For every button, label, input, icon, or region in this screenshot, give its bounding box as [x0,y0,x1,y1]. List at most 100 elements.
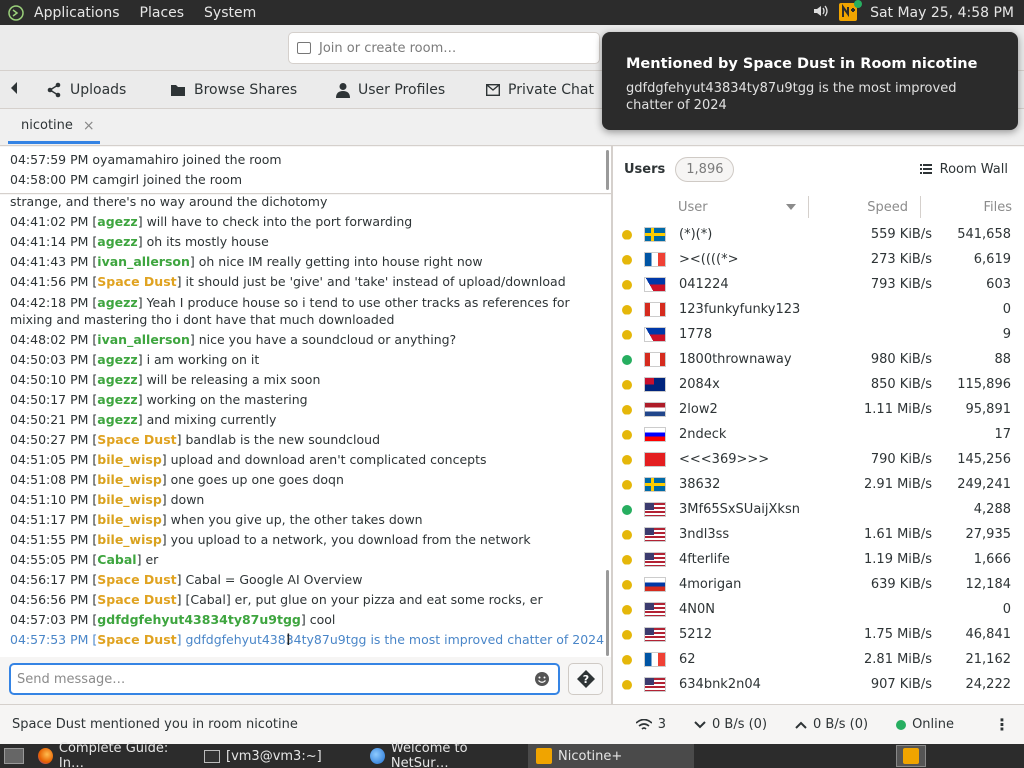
show-desktop-icon[interactable] [4,748,24,764]
chat-user[interactable]: bile_wisp [97,532,161,547]
chat-text: upload and download aren't complicated c… [170,452,487,467]
chat-user[interactable]: agezz [97,352,137,367]
chat-user[interactable]: bile_wisp [97,472,161,487]
mention-notification[interactable]: Mentioned by Space Dust in Room nicotine… [602,32,1018,130]
user-row[interactable]: 3ndl3ss 1.61 MiB/s 27,935 [613,522,1017,547]
chat-user[interactable]: agezz [97,372,137,387]
users-title: Users [624,161,666,177]
user-row[interactable]: 041224 793 KiB/s 603 [613,272,1017,297]
chat-user[interactable]: ivan_allerson [97,254,190,269]
message-input[interactable]: Send message… [9,663,560,695]
away-status-icon [622,654,632,665]
tab-room-nicotine[interactable]: nicotine × [8,110,100,144]
flag-icon [644,252,666,267]
chat-user[interactable]: agezz [97,214,137,229]
user-row[interactable]: 62 2.81 MiB/s 21,162 [613,647,1017,672]
column-files[interactable]: Files [921,200,1024,215]
nicotine-tray-icon[interactable] [838,0,863,26]
column-speed[interactable]: Speed [809,200,920,215]
tray-nicotine-icon[interactable] [896,745,926,767]
chat-user[interactable]: Space Dust [97,592,176,607]
taskbar-item-firefox[interactable]: Complete Guide: In… [30,741,196,768]
clock[interactable]: Sat May 25, 4:58 PM [870,5,1014,21]
taskbar-item-label: Nicotine+ [558,748,623,764]
user-row[interactable]: 3Mf65SxSUaijXksn 4,288 [613,497,1017,522]
chat-user[interactable]: Space Dust [97,432,176,447]
user-row[interactable]: 4morigan 639 KiB/s 12,184 [613,572,1017,597]
user-row[interactable]: 1778 9 [613,322,1017,347]
chat-user[interactable]: bile_wisp [97,512,161,527]
chat-time: 04:41:02 PM [10,214,89,229]
away-status-icon [622,679,632,690]
chat-user[interactable]: bile_wisp [97,492,161,507]
user-row[interactable]: 2ndeck 17 [613,422,1017,447]
download-indicator[interactable]: 0 B/s (0) [694,717,767,732]
chat-user[interactable]: Cabal [97,552,136,567]
chat-scrollbar[interactable] [606,570,609,656]
connections-indicator[interactable]: 3 [635,717,666,732]
join-room-entry[interactable]: Join or create room… [288,32,600,64]
scroll-left-icon[interactable] [10,81,18,98]
help-button[interactable]: ? [568,663,603,695]
tab-user-profiles[interactable]: User Profiles [322,71,472,108]
user-files: 0 [1002,302,1011,317]
chat-user[interactable]: Space Dust [97,274,176,289]
column-user[interactable]: User [678,200,808,215]
user-row[interactable]: 4fterlife 1.19 MiB/s 1,666 [613,547,1017,572]
menu-system[interactable]: System [204,5,256,21]
user-row[interactable]: 1800thrownaway 980 KiB/s 88 [613,347,1017,372]
taskbar-item-terminal[interactable]: [vm3@vm3:~] [196,744,362,768]
chat-user[interactable]: agezz [97,295,137,310]
chat-line: 04:55:05 PM [Cabal] er [10,552,159,567]
upload-indicator[interactable]: 0 B/s (0) [795,717,868,732]
terminal-logo-icon[interactable] [8,4,24,21]
chat-text: oh its mostly house [146,234,269,249]
user-row[interactable]: 634bnk2n04 907 KiB/s 24,222 [613,672,1017,697]
menu-places[interactable]: Places [140,5,185,21]
user-speed: 793 KiB/s [870,277,932,292]
taskbar-item-nicotine[interactable]: Nicotine+ [528,744,694,768]
chat-text: when you give up, the other takes down [170,512,423,527]
chat-user[interactable]: Space Dust [97,572,176,587]
user-row[interactable]: 5212 1.75 MiB/s 46,841 [613,622,1017,647]
tab-uploads[interactable]: Uploads [32,71,152,108]
user-row[interactable]: 2084x 850 KiB/s 115,896 [613,372,1017,397]
menu-applications[interactable]: Applications [34,5,120,21]
chat-line: 04:51:10 PM [bile_wisp] down [10,492,205,507]
mention-user[interactable]: Space Dust [97,632,176,647]
taskbar-item-label: [vm3@vm3:~] [226,748,322,764]
user-row[interactable]: 4N0N 0 [613,597,1017,622]
chat-user[interactable]: ivan_allerson [97,332,190,347]
log-scrollbar[interactable] [606,150,609,190]
user-speed: 1.19 MiB/s [864,552,932,567]
taskbar-item-netsurf[interactable]: Welcome to NetSur… [362,741,528,768]
chat-text: you upload to a network, you download fr… [170,532,531,547]
online-status-label: Online [912,717,954,732]
more-menu-icon[interactable]: ⋮ [994,716,1010,733]
chat-user[interactable]: bile_wisp [97,452,161,467]
user-row[interactable]: 2low2 1.11 MiB/s 95,891 [613,397,1017,422]
volume-icon[interactable] [812,3,830,23]
user-name: 634bnk2n04 [679,677,761,692]
tab-private-chat[interactable]: Private Chat [472,71,612,108]
online-status[interactable]: Online [896,717,954,732]
user-row[interactable]: ><((((*> 273 KiB/s 6,619 [613,247,1017,272]
room-activity-log: 04:57:59 PM oyamamahiro joined the room … [0,147,612,194]
user-row[interactable]: <<<369>>> 790 KiB/s 145,256 [613,447,1017,472]
room-wall-button[interactable]: Room Wall [919,162,1008,177]
user-row[interactable]: (*)(*) 559 KiB/s 541,658 [613,222,1017,247]
emoji-icon[interactable] [534,671,550,687]
tab-browse-shares[interactable]: Browse Shares [156,71,316,108]
flag-icon [644,277,666,292]
taskbar-item-label: Complete Guide: In… [58,741,169,768]
user-row[interactable]: 38632 2.91 MiB/s 249,241 [613,472,1017,497]
user-row[interactable]: 123funkyfunky123 0 [613,297,1017,322]
chat-user[interactable]: agezz [97,412,137,427]
online-status-icon [622,354,632,365]
chat-user[interactable]: agezz [97,234,137,249]
chat-user[interactable]: gdfdgfehyut43834ty87u9tgg [97,612,301,627]
chat-user[interactable]: agezz [97,392,137,407]
away-status-icon [622,379,632,390]
close-icon[interactable]: × [83,118,95,134]
user-files: 46,841 [965,627,1012,642]
